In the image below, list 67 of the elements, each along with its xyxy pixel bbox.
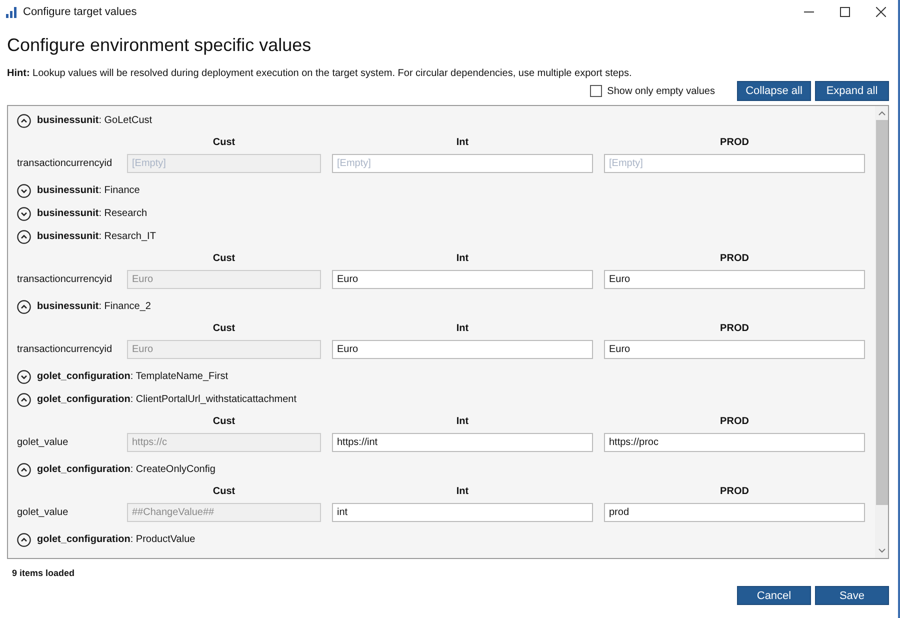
column-header: Cust: [212, 486, 236, 496]
show-empty-checkbox[interactable]: Show only empty values: [590, 85, 715, 97]
column-header: PROD: [719, 136, 750, 148]
input-field[interactable]: int: [332, 503, 593, 522]
field-label: golet_value: [16, 507, 70, 518]
checkbox-square[interactable]: [590, 85, 602, 97]
scroll-up-icon[interactable]: [878, 110, 886, 116]
input-field[interactable]: prod: [604, 503, 865, 522]
page-heading: Configure environment specific values: [7, 35, 312, 56]
group-title: golet_configuration: ProductValue: [37, 534, 196, 545]
group-title: businessunit: Finance_2: [37, 301, 151, 312]
input-field[interactable]: [Empty]: [604, 154, 865, 173]
chevron-circle-icon[interactable]: [17, 370, 31, 384]
column-header: Int: [455, 486, 470, 496]
column-header: Cust: [212, 136, 236, 148]
chevron-circle-icon[interactable]: [17, 392, 31, 406]
field-label: golet_value: [16, 437, 70, 448]
group-title: businessunit: Finance: [37, 185, 140, 196]
input-field[interactable]: Euro: [332, 340, 593, 359]
column-header: Int: [455, 136, 470, 148]
maximize-icon[interactable]: [840, 7, 850, 17]
checkbox-label: Show only empty values: [607, 86, 715, 96]
column-header: Cust: [212, 416, 236, 426]
chevron-circle-icon[interactable]: [17, 532, 31, 546]
column-header: PROD: [719, 322, 750, 334]
input-field[interactable]: Euro: [332, 270, 593, 289]
chevron-circle-icon[interactable]: [17, 114, 31, 128]
chevron-circle-icon[interactable]: [17, 300, 31, 314]
chevron-circle-icon[interactable]: [17, 230, 31, 244]
group-title: businessunit: Resarch_IT: [37, 231, 156, 242]
input-field[interactable]: [Empty]: [332, 154, 593, 173]
status-text: 9 items loaded: [12, 568, 76, 578]
scroll-down-icon[interactable]: [878, 548, 886, 554]
column-header: PROD: [719, 416, 750, 426]
footer-button[interactable]: Cancel: [737, 586, 811, 605]
input-field[interactable]: https://proc: [604, 433, 865, 452]
hint-text: Hint: Lookup values will be resolved during deployment execution on the target system. For circular dependencies, use multiple export steps.: [7, 68, 633, 79]
input-field[interactable]: https://int: [332, 433, 593, 452]
chevron-circle-icon[interactable]: [17, 184, 31, 198]
input-field[interactable]: Euro: [604, 270, 865, 289]
window-title: Configure target values: [23, 6, 137, 18]
column-header: Int: [455, 252, 470, 264]
footer-button[interactable]: Save: [815, 586, 889, 605]
chevron-circle-icon[interactable]: [17, 206, 31, 220]
chevron-circle-icon[interactable]: [17, 462, 31, 476]
field-label: transactioncurrencyid: [16, 344, 114, 355]
field-label: transactioncurrencyid: [16, 274, 114, 285]
column-header: Int: [455, 416, 470, 426]
column-header: PROD: [719, 486, 750, 496]
toolbar-button[interactable]: Expand all: [815, 81, 889, 101]
bar-chart-icon: [6, 6, 18, 18]
group-title: businessunit: GoLetCust: [37, 115, 152, 126]
group-title: golet_configuration: TemplateName_First: [37, 371, 228, 382]
group-title: businessunit: Research: [37, 208, 148, 219]
readonly-field[interactable]: [Empty]: [127, 154, 321, 173]
scrollbar[interactable]: [875, 106, 888, 558]
column-header: Cust: [212, 322, 236, 334]
column-header: Cust: [212, 252, 236, 264]
column-header: PROD: [719, 252, 750, 264]
group-title: golet_configuration: CreateOnlyConfig: [37, 464, 216, 475]
field-label: transactioncurrencyid: [16, 158, 114, 169]
scrollbar-thumb[interactable]: [876, 120, 888, 505]
input-field[interactable]: Euro: [604, 340, 865, 359]
toolbar-button[interactable]: Collapse all: [737, 81, 811, 101]
column-header: Int: [455, 322, 470, 334]
group-title: golet_configuration: ClientPortalUrl_withstaticattachment: [37, 394, 297, 405]
close-icon[interactable]: [876, 7, 886, 17]
